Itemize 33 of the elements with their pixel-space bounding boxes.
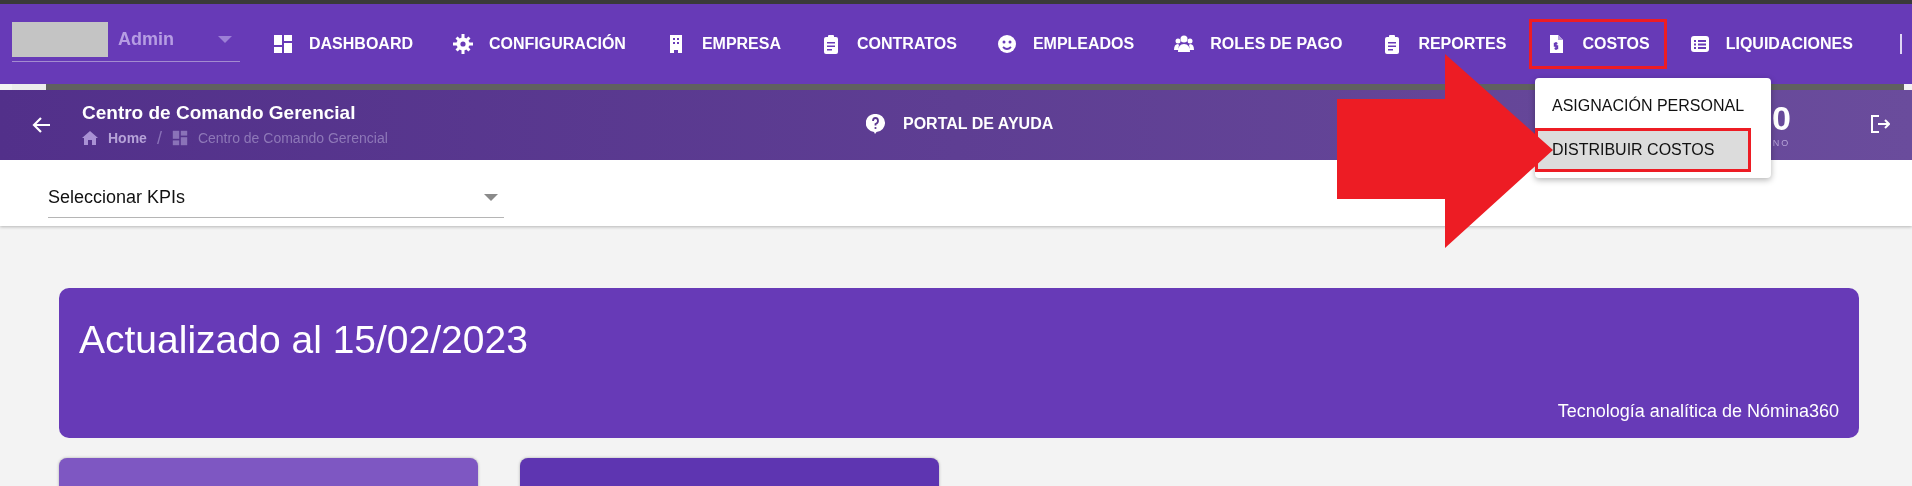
banner-title: Actualizado al 15/02/2023	[79, 318, 529, 362]
caret-icon	[218, 36, 232, 43]
dashboard-icon	[273, 34, 293, 54]
page-title: Centro de Comando Gerencial	[82, 101, 357, 124]
stat-value: 0	[1772, 98, 1791, 138]
dashboard-icon	[171, 130, 188, 146]
breadcrumb-separator: /	[156, 127, 162, 149]
nav-tab[interactable]: CONFIGURACIÓN	[436, 19, 643, 69]
back-arrow-icon[interactable]	[32, 117, 50, 133]
help-portal-link[interactable]: PORTAL DE AYUDA	[866, 114, 1054, 134]
nav-tab[interactable]: EMPLEADOS	[979, 19, 1152, 69]
logout-icon[interactable]	[1870, 115, 1890, 133]
home-icon	[82, 131, 98, 145]
face-icon	[996, 34, 1017, 54]
menu-item[interactable]: ASIGNACIÓN PERSONAL	[1535, 84, 1771, 128]
stat-label: NO	[1772, 138, 1791, 148]
clipboard-icon	[821, 34, 841, 54]
menu-item[interactable]: DISTRIBUIR COSTOS	[1535, 128, 1751, 172]
nav-tab[interactable]: CONTRATOS	[804, 19, 974, 69]
kpi-select[interactable]: Seleccionar KPIs	[48, 178, 504, 218]
banner-subtitle: Tecnología analítica de Nómina360	[1557, 401, 1839, 422]
nav-tab[interactable]: LIQUIDACIONES	[1672, 19, 1870, 69]
caret-icon	[484, 194, 498, 201]
breadcrumb-link[interactable]: Home	[108, 130, 147, 146]
nav-tab[interactable]: DASHBOARD	[256, 19, 430, 69]
breadcrumb-current: Centro de Comando Gerencial	[197, 130, 388, 146]
people-icon	[1174, 34, 1195, 54]
nav-tab[interactable]: COSTOS	[1529, 19, 1667, 69]
nav-tab[interactable]: ROLES DE PAGO	[1157, 19, 1360, 69]
settings-icon	[453, 34, 473, 54]
help-icon	[866, 114, 885, 134]
list-icon	[1689, 34, 1710, 54]
nav-tab[interactable]: EMPRESA	[648, 19, 798, 69]
